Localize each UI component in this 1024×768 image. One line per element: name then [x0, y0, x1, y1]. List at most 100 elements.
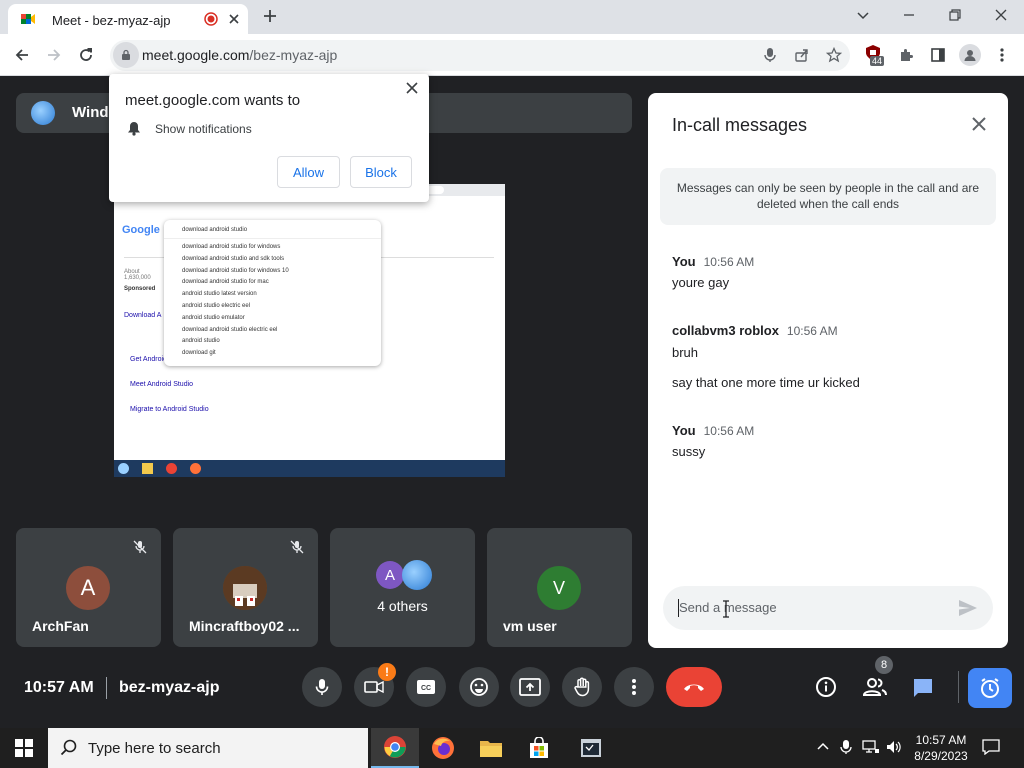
allow-button[interactable]: Allow [277, 156, 340, 188]
text-cursor-pointer-icon [722, 600, 730, 618]
shared-suggestion-item: android studio emulator [182, 314, 245, 321]
meeting-time: 10:57 AM [24, 679, 94, 696]
divider [106, 677, 107, 699]
profile-avatar-icon[interactable] [957, 42, 983, 68]
url-path: /bez-myaz-ajp [249, 47, 338, 63]
captions-button[interactable]: CC [406, 667, 446, 707]
meet-favicon-icon [20, 11, 36, 27]
minimize-icon[interactable] [902, 8, 916, 22]
browser-tab[interactable]: Meet - bez-myaz-ajp [8, 4, 248, 34]
message-sender: You [672, 254, 696, 269]
taskbar-store-icon[interactable] [515, 728, 563, 768]
shared-autocomplete: download android studio download android… [164, 220, 381, 366]
present-button[interactable] [510, 667, 550, 707]
taskbar-search-box[interactable]: Type here to search [48, 728, 368, 768]
in-call-messages-panel: In-call messages Messages can only be se… [648, 93, 1008, 648]
tab-search-icon[interactable] [856, 8, 870, 22]
lock-icon[interactable] [113, 42, 139, 68]
microphone-in-use-icon[interactable] [757, 42, 783, 68]
show-hidden-icons[interactable] [816, 740, 830, 754]
url-host: meet.google.com [142, 47, 250, 63]
message-sender: You [672, 423, 696, 438]
shared-search-query: download android studio [182, 227, 248, 233]
windows-logo-icon [31, 101, 55, 125]
mic-off-icon [133, 540, 147, 554]
microphone-button[interactable] [302, 667, 342, 707]
search-placeholder: Type here to search [88, 740, 221, 757]
reload-icon[interactable] [73, 42, 99, 68]
send-message-input[interactable]: Send a message [663, 586, 993, 630]
shared-suggestion-item: download android studio and sdk tools [182, 255, 285, 262]
more-options-button[interactable] [614, 667, 654, 707]
message-sender: collabvm3 roblox [672, 323, 779, 338]
people-icon[interactable] [862, 677, 888, 697]
shared-taskbar [114, 460, 505, 477]
window-close-icon[interactable] [994, 8, 1008, 22]
forward-icon[interactable] [41, 42, 67, 68]
network-icon[interactable] [862, 740, 880, 754]
shared-suggestion-item: download android studio electric eel [182, 326, 278, 333]
tab-close-icon[interactable] [226, 11, 242, 27]
shared-google-logo: Google [122, 224, 160, 236]
message-group: collabvm3 roblox 10:56 AM [672, 322, 838, 340]
url-text[interactable]: meet.google.com/bez-myaz-ajp [142, 47, 337, 63]
privacy-notice: Messages can only be seen by people in t… [660, 168, 996, 225]
block-button[interactable]: Block [350, 156, 412, 188]
meeting-code: bez-myaz-ajp [119, 679, 220, 696]
taskbar-app-icon[interactable] [567, 728, 615, 768]
participant-name: vm user [503, 618, 557, 634]
reactions-button[interactable] [459, 667, 499, 707]
notifications-icon[interactable] [982, 739, 1000, 755]
browser-menu-icon[interactable] [989, 42, 1015, 68]
message-text: bruh [672, 345, 699, 360]
shared-screen: Google About 1,630,000 Sponsored Downloa… [114, 184, 505, 477]
restore-icon[interactable] [948, 8, 962, 22]
raise-hand-button[interactable] [562, 667, 602, 707]
shared-suggestion-item: download git [182, 350, 216, 357]
extensions-puzzle-icon[interactable] [893, 42, 919, 68]
svg-text:CC: CC [421, 685, 431, 692]
leave-call-button[interactable] [666, 667, 722, 707]
meeting-details-icon[interactable] [815, 676, 837, 698]
taskbar-date: 8/29/2023 [914, 749, 968, 763]
chat-icon[interactable] [912, 677, 934, 699]
avatar-initial: A [384, 566, 395, 584]
participant-tile-mincraftboy02[interactable]: Mincraftboy02 ... [173, 528, 318, 647]
message-time: 10:56 AM [703, 424, 755, 438]
back-icon[interactable] [9, 42, 35, 68]
start-button[interactable] [0, 728, 48, 768]
popup-close-icon[interactable] [406, 82, 418, 94]
taskbar-clock[interactable]: 10:57 AM 8/29/2023 [910, 732, 972, 764]
shared-suggestion-item: download android studio for windows [182, 244, 281, 250]
participant-tile-archfan[interactable]: A ArchFan [16, 528, 161, 647]
taskbar-firefox-icon[interactable] [419, 728, 467, 768]
divider [958, 671, 959, 703]
panel-close-icon[interactable] [970, 115, 988, 133]
permission-label: Show notifications [155, 122, 252, 136]
tray-microphone-icon[interactable] [840, 739, 852, 755]
taskbar-chrome-icon[interactable] [371, 728, 419, 768]
side-panel-icon[interactable] [925, 42, 951, 68]
extension-shield-icon[interactable]: 44 [864, 44, 885, 66]
camera-button[interactable]: ! [354, 663, 396, 707]
message-group: You 10:56 AM [672, 253, 754, 271]
bookmark-star-icon[interactable] [821, 42, 847, 68]
participant-name: ArchFan [32, 618, 89, 634]
taskbar-time: 10:57 AM [915, 733, 967, 747]
shared-suggestion-item: android studio [182, 338, 220, 345]
share-icon[interactable] [789, 42, 815, 68]
volume-icon[interactable] [886, 740, 902, 754]
new-tab-icon[interactable] [262, 8, 278, 24]
shared-suggestion-item: download android studio for mac [182, 279, 269, 286]
shared-result-3: Migrate to Android Studio [130, 406, 209, 413]
activities-button[interactable] [968, 668, 1012, 708]
message-text: say that one more time ur kicked [672, 375, 860, 390]
send-icon[interactable] [958, 599, 978, 617]
people-count-badge: 8 [875, 656, 893, 674]
shared-suggestions: download android studio for windows downl… [182, 242, 289, 360]
participant-tile-others[interactable]: A 4 others [330, 528, 475, 647]
participant-tile-vm-user[interactable]: V vm user [487, 528, 632, 647]
shared-result-2: Meet Android Studio [130, 381, 194, 388]
bell-icon [127, 121, 141, 136]
taskbar-file-explorer-icon[interactable] [467, 728, 515, 768]
